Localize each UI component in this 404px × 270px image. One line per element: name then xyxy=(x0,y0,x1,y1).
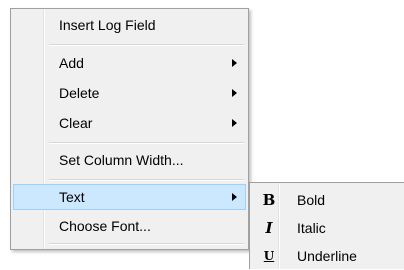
submenu-item-label: Bold xyxy=(297,192,326,208)
underline-icon: U xyxy=(263,249,275,263)
menu-item-label: Text xyxy=(59,189,85,205)
menu-separator xyxy=(49,142,244,144)
submenu-arrow-icon xyxy=(232,89,237,97)
menu-item-label: Insert Log Field xyxy=(59,17,156,33)
menu-item-add[interactable]: Add xyxy=(13,50,246,76)
submenu-item-italic[interactable]: I Italic xyxy=(252,214,404,242)
menu-separator xyxy=(49,179,244,181)
submenu-item-label: Underline xyxy=(297,248,357,264)
submenu-arrow-icon xyxy=(232,193,237,201)
menu-item-set-column-width[interactable]: Set Column Width... xyxy=(13,147,246,173)
italic-icon: I xyxy=(265,219,273,237)
submenu-arrow-icon xyxy=(232,59,237,67)
menu-item-label: Delete xyxy=(59,85,100,101)
menu-item-label: Choose Font... xyxy=(59,218,151,234)
menu-item-insert-log-field[interactable]: Insert Log Field xyxy=(13,12,246,38)
text-submenu: B Bold I Italic U Underline xyxy=(249,182,404,269)
context-menu: Insert Log Field Add Delete Clear Set Co… xyxy=(10,8,249,250)
menu-separator xyxy=(49,44,244,46)
menu-item-clear[interactable]: Clear xyxy=(13,110,246,136)
submenu-item-underline[interactable]: U Underline xyxy=(252,242,404,270)
menu-item-label: Clear xyxy=(59,115,93,131)
menu-item-label: Set Column Width... xyxy=(59,152,184,168)
menu-separator xyxy=(49,243,244,245)
submenu-arrow-icon xyxy=(232,119,237,127)
menu-item-delete[interactable]: Delete xyxy=(13,80,246,106)
submenu-item-label: Italic xyxy=(297,220,326,236)
menu-item-text[interactable]: Text xyxy=(13,184,246,210)
menu-item-label: Add xyxy=(59,55,84,71)
submenu-item-bold[interactable]: B Bold xyxy=(252,186,404,214)
menu-item-choose-font[interactable]: Choose Font... xyxy=(13,213,246,239)
bold-icon: B xyxy=(262,191,276,209)
